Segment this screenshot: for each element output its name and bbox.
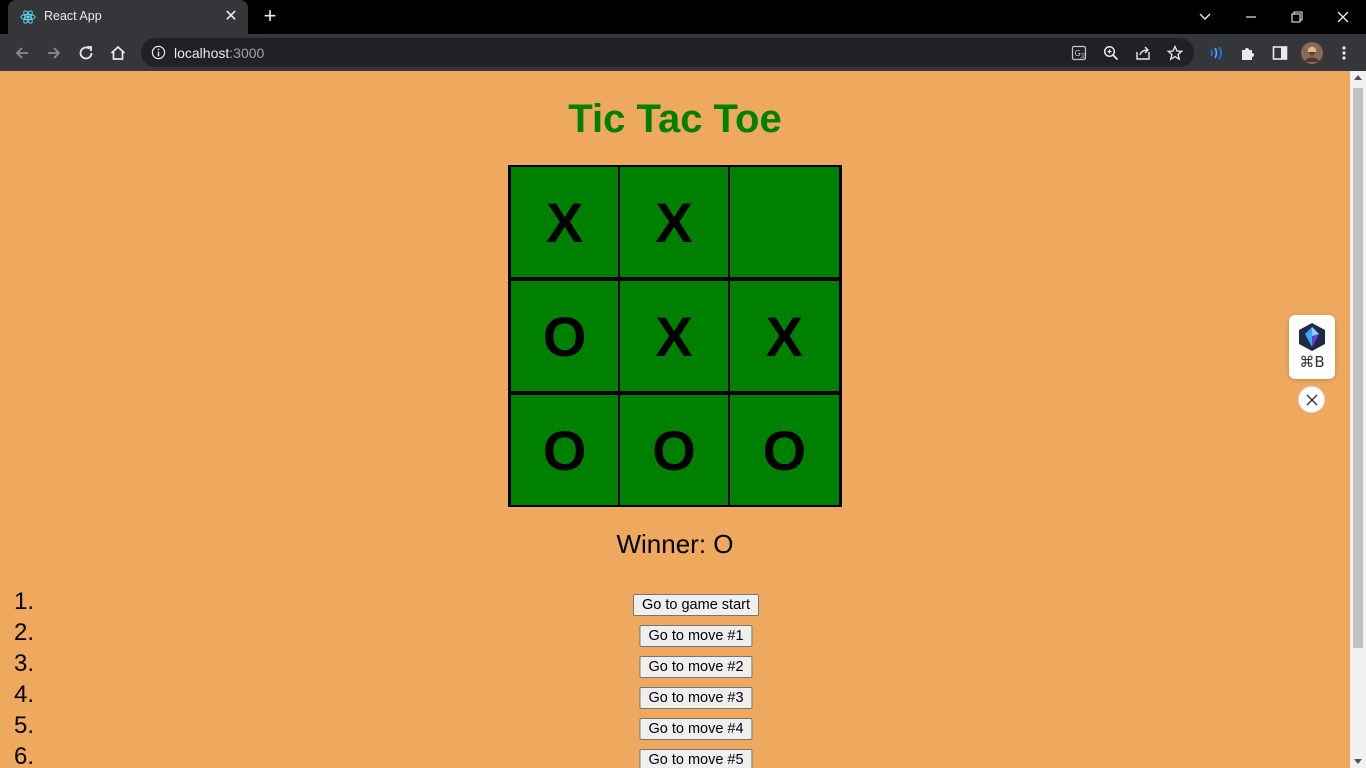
board-square[interactable]: O [511, 281, 621, 391]
go-to-move-1-button[interactable]: Go to move #1 [639, 625, 753, 647]
translate-icon[interactable]: G文 [1069, 43, 1089, 63]
move-number: 5. [14, 712, 35, 739]
extension-shortcut-label: ⌘B [1299, 353, 1325, 371]
forward-icon[interactable] [41, 40, 67, 66]
url-text[interactable]: localhost:3000 [174, 45, 264, 61]
move-number: 3. [14, 650, 35, 677]
share-icon[interactable] [1133, 43, 1153, 63]
board-row: X X [511, 167, 840, 277]
move-list-item: 5. Go to move #4 [0, 712, 1350, 743]
back-icon[interactable] [9, 40, 35, 66]
browser-toolbar: localhost:3000 G文 [0, 34, 1366, 71]
extensions-puzzle-icon[interactable] [1235, 40, 1261, 66]
board-square[interactable]: O [620, 395, 730, 505]
extension-widget[interactable]: ⌘B [1289, 315, 1335, 379]
page-scrollbar[interactable] [1350, 71, 1366, 768]
address-bar[interactable]: localhost:3000 G文 [141, 38, 1194, 67]
react-logo-icon [20, 10, 36, 24]
go-to-game-start-button[interactable]: Go to game start [633, 594, 759, 616]
extension-close-icon[interactable] [1298, 386, 1325, 413]
close-window-icon[interactable] [1320, 0, 1366, 34]
board-row: O X X [511, 281, 840, 391]
go-to-move-5-button[interactable]: Go to move #5 [639, 749, 753, 768]
new-tab-icon[interactable]: + [259, 5, 281, 28]
site-info-icon[interactable] [151, 45, 166, 60]
move-number: 2. [14, 619, 35, 646]
browser-tab[interactable]: React App ✕ [8, 0, 248, 34]
move-list-item: 6. Go to move #5 [0, 743, 1350, 768]
page-title: Tic Tac Toe [568, 97, 782, 141]
browser-menu-icon[interactable] [1331, 40, 1357, 66]
url-port: :3000 [229, 45, 265, 61]
restore-icon[interactable] [1274, 0, 1320, 34]
move-list-item: 3. Go to move #2 [0, 650, 1350, 681]
side-panel-icon[interactable] [1267, 40, 1293, 66]
tab-title: React App [44, 9, 102, 23]
move-number: 6. [14, 743, 35, 768]
move-number: 1. [14, 588, 35, 615]
tab-search-icon[interactable] [1182, 0, 1228, 34]
reload-icon[interactable] [73, 40, 99, 66]
board-square[interactable] [729, 167, 840, 277]
board-square[interactable]: O [729, 395, 840, 505]
scrollbar-thumb[interactable] [1353, 88, 1363, 648]
move-history-list: 1. Go to game start 2. Go to move #1 3. … [0, 588, 1350, 768]
go-to-move-4-button[interactable]: Go to move #4 [639, 718, 753, 740]
tab-close-icon[interactable]: ✕ [222, 8, 240, 26]
tab-strip: React App ✕ + [0, 0, 1366, 34]
board-square[interactable]: X [620, 167, 730, 277]
board-row: O O O [511, 395, 840, 505]
move-list-item: 2. Go to move #1 [0, 619, 1350, 650]
url-host: localhost [174, 45, 230, 61]
move-list-item: 4. Go to move #3 [0, 681, 1350, 712]
move-number: 4. [14, 681, 35, 708]
go-to-move-3-button[interactable]: Go to move #3 [639, 687, 753, 709]
move-list-item: 1. Go to game start [0, 588, 1350, 619]
game-board: X X O X X O O O [508, 165, 842, 507]
board-square[interactable]: X [511, 167, 621, 277]
board-square[interactable]: X [729, 281, 840, 391]
scroll-up-arrow-icon[interactable] [1354, 75, 1362, 80]
gem-logo-icon [1299, 323, 1325, 351]
extension-wave-icon[interactable] [1203, 40, 1229, 66]
game-status: Winner: O [616, 529, 734, 559]
home-icon[interactable] [105, 40, 131, 66]
minimize-icon[interactable] [1228, 0, 1274, 34]
svg-text:文: 文 [1080, 52, 1086, 60]
board-square[interactable]: O [511, 395, 621, 505]
bookmark-star-icon[interactable] [1165, 43, 1185, 63]
zoom-icon[interactable] [1101, 43, 1121, 63]
go-to-move-2-button[interactable]: Go to move #2 [639, 656, 753, 678]
scroll-down-arrow-icon[interactable] [1354, 759, 1362, 764]
page-content: Tic Tac Toe X X O X X O O O Winner: O 1.… [0, 71, 1350, 768]
profile-avatar[interactable] [1299, 40, 1325, 66]
board-square[interactable]: X [620, 281, 730, 391]
